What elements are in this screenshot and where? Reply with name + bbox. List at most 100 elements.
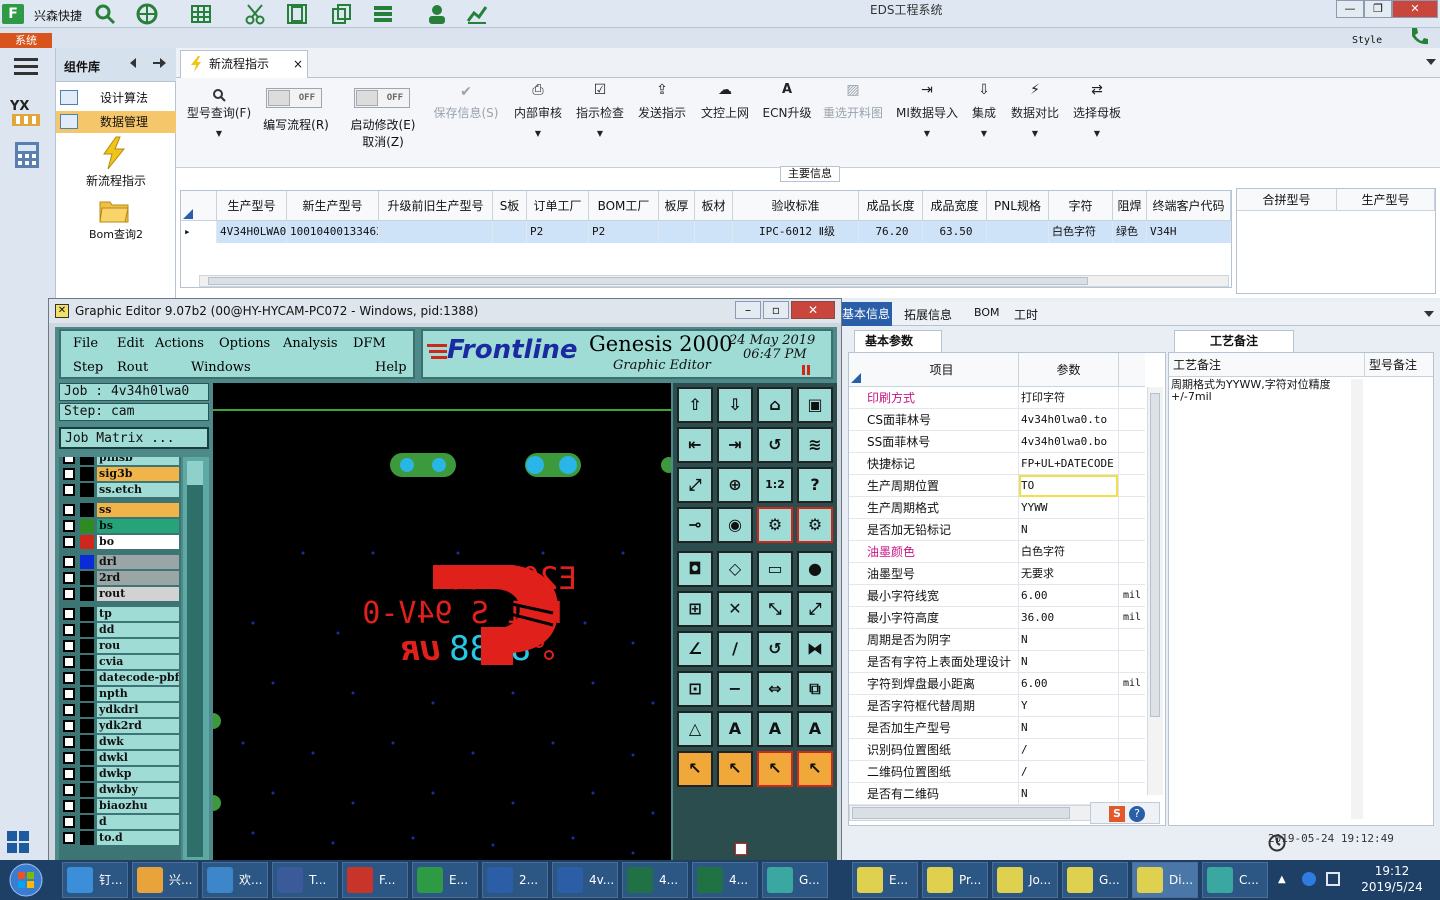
layer-checkbox[interactable] [63, 816, 75, 828]
minimize-button[interactable]: — [1336, 0, 1364, 18]
table-cell[interactable] [493, 221, 527, 243]
param-row[interactable]: 是否有字符上表面处理设计 N [849, 651, 1145, 673]
param-row[interactable]: 印刷方式 打印字符 [849, 387, 1145, 409]
grid-tool-icon[interactable]: ⚙ [797, 507, 833, 543]
param-value[interactable]: 白色字符 [1019, 541, 1119, 563]
layer-name[interactable]: ydk2rd [97, 719, 179, 733]
column-header[interactable]: 板材 [695, 191, 733, 221]
action-center-icon[interactable] [1326, 872, 1340, 886]
param-value[interactable]: Y [1019, 695, 1119, 717]
layer-checkbox[interactable] [63, 800, 75, 812]
column-header[interactable]: 参数 [1019, 353, 1119, 387]
layer-name[interactable]: dwk [97, 735, 179, 749]
table-cell[interactable]: P2 [589, 221, 659, 243]
row-pointer[interactable]: ▸ [181, 221, 217, 243]
network-icon[interactable] [1302, 872, 1316, 886]
column-header[interactable]: 阻焊 [1113, 191, 1147, 221]
layer-row[interactable]: datecode-pbf [63, 671, 181, 685]
layer-color-swatch[interactable] [80, 735, 94, 749]
pan-right-tool-icon[interactable]: ⇥ [717, 427, 753, 463]
param-value[interactable]: YYWW [1019, 497, 1119, 519]
taskbar-item[interactable]: T... [272, 862, 338, 898]
layer-checkbox[interactable] [63, 536, 75, 548]
param-value[interactable]: N [1019, 717, 1119, 739]
menu-edit[interactable]: Edit [117, 336, 144, 351]
layer-checkbox[interactable] [63, 672, 75, 684]
param-row[interactable]: 最小字符线宽 6.00 mil [849, 585, 1145, 607]
rotate-tool-icon[interactable]: ◇ [717, 551, 753, 587]
layer-name[interactable]: bs [97, 519, 179, 533]
layer-color-swatch[interactable] [80, 503, 94, 517]
taskbar-item[interactable]: C... [1202, 862, 1268, 898]
layer-name[interactable]: 2rd [97, 571, 179, 585]
menu-windows[interactable]: Windows [191, 360, 251, 375]
calculator-icon[interactable] [12, 140, 42, 170]
taskbar-item[interactable]: 兴... [132, 862, 198, 898]
cancel-edit-label[interactable]: 取消(Z) [346, 133, 420, 150]
layer-row[interactable]: tp [63, 607, 181, 621]
measure-tool-icon[interactable]: ⊸ [677, 507, 713, 543]
table-cell[interactable]: IPC-6012 Ⅱ级 [733, 221, 859, 243]
layer-checkbox[interactable] [63, 520, 75, 532]
column-header[interactable]: 新生产型号 [287, 191, 379, 221]
shape-tool-icon[interactable]: ⧉ [797, 671, 833, 707]
layer-name[interactable]: tp [97, 607, 179, 621]
genesis-maximize-button[interactable]: ▫ [763, 301, 789, 319]
taskbar-item[interactable]: Jo... [992, 862, 1058, 898]
layer-checkbox[interactable] [63, 656, 75, 668]
zoom-fit-tool-icon[interactable]: ⤢ [677, 467, 713, 503]
frame-tool-icon[interactable]: ▣ [797, 387, 833, 423]
mark-c-tool-icon[interactable]: A [797, 711, 833, 747]
chart-icon[interactable] [466, 3, 488, 25]
genesis-minimize-button[interactable]: – [735, 301, 761, 319]
layer-color-swatch[interactable] [80, 467, 94, 481]
vertical-scrollbar[interactable] [1351, 379, 1363, 819]
layer-color-swatch[interactable] [80, 639, 94, 653]
film-icon[interactable] [286, 3, 308, 25]
table-cell[interactable]: 白色字符 [1049, 221, 1113, 243]
folder-icon[interactable] [98, 196, 130, 224]
column-header[interactable]: 生产型号 [1337, 189, 1435, 211]
param-value[interactable]: 6.00 [1019, 673, 1119, 695]
flip-tool-icon[interactable]: ⧓ [797, 631, 833, 667]
param-value[interactable]: 4v34h0lwa0.to [1019, 409, 1119, 431]
param-row[interactable]: 生产周期格式 YYWW [849, 497, 1145, 519]
param-value[interactable]: TO [1019, 475, 1119, 497]
column-header[interactable]: 升级前旧生产型号 [379, 191, 493, 221]
layer-row[interactable]: d [63, 815, 181, 829]
list-icon[interactable] [372, 3, 394, 25]
layer-color-swatch[interactable] [80, 623, 94, 637]
data-compare-button[interactable]: ⚡ 数据对比 ▼ [1008, 82, 1062, 162]
save-info-button[interactable]: ✔ 保存信息(S) [428, 82, 504, 162]
table-cell[interactable]: V34H [1147, 221, 1231, 243]
param-value[interactable]: N [1019, 651, 1119, 673]
shortcut-bom-query[interactable]: Bom查询2 [56, 226, 176, 242]
scrollbar-thumb[interactable] [187, 461, 203, 485]
select-circle-tool-icon[interactable]: ↖ [757, 751, 793, 787]
scissors-icon[interactable] [244, 3, 266, 25]
param-row[interactable]: 油墨颜色 白色字符 [849, 541, 1145, 563]
layer-name[interactable]: drl [97, 555, 179, 569]
layer-checkbox[interactable] [63, 608, 75, 620]
layer-checkbox[interactable] [63, 556, 75, 568]
tab-basic-params[interactable]: 基本参数 [854, 330, 942, 352]
scrollbar-thumb[interactable] [852, 807, 1070, 819]
layer-row[interactable]: 2rd [63, 571, 181, 585]
tab-basic-info[interactable]: 基本信息 [836, 302, 892, 326]
taskbar-item[interactable]: E... [852, 862, 918, 898]
phone-icon[interactable] [1408, 26, 1430, 46]
menu-file[interactable]: File [73, 336, 98, 351]
menu-step[interactable]: Step [73, 360, 103, 375]
snapshot-tool-icon[interactable]: ◘ [677, 551, 713, 587]
tab-close-icon[interactable]: × [293, 51, 303, 77]
layer-row[interactable]: pinsb [63, 457, 181, 465]
layer-name[interactable]: d [97, 815, 179, 829]
column-header[interactable]: 终端客户代码 [1147, 191, 1231, 221]
layer-name[interactable]: to.d [97, 831, 179, 845]
column-header[interactable]: 成品宽度 [923, 191, 987, 221]
internal-review-button[interactable]: ⎙ 内部审核 ▼ [510, 82, 566, 162]
layer-color-swatch[interactable] [80, 767, 94, 781]
column-header[interactable]: 订单工厂 [527, 191, 589, 221]
param-value[interactable]: / [1019, 739, 1119, 761]
layer-color-swatch[interactable] [80, 483, 94, 497]
